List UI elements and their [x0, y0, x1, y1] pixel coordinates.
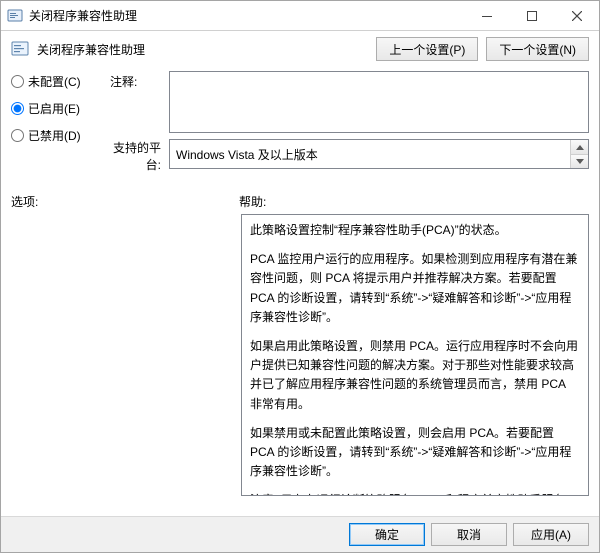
comment-label: 注释: [110, 71, 165, 90]
radio-enabled-label: 已启用(E) [28, 100, 80, 117]
help-paragraph: 此策略设置控制“程序兼容性助手(PCA)”的状态。 [250, 221, 580, 240]
supported-platform-value: Windows Vista 及以上版本 [170, 146, 570, 163]
close-button[interactable] [554, 1, 599, 30]
help-paragraph: PCA 监控用户运行的应用程序。如果检测到应用程序有潜在兼容性问题，则 PCA … [250, 250, 580, 327]
supported-platform-field: Windows Vista 及以上版本 [169, 139, 589, 169]
window-title: 关闭程序兼容性助理 [29, 7, 464, 24]
titlebar: 关闭程序兼容性助理 [1, 1, 599, 31]
supported-platform-label: 支持的平台: [110, 139, 165, 173]
minimize-button[interactable] [464, 1, 509, 30]
platform-spinner [570, 140, 588, 168]
settings-grid: 未配置(C) 已启用(E) 已禁用(D) 注释: 支持的平台: Windows … [1, 67, 599, 177]
help-paragraph: 注意: 只有在运行诊断策略服务(DPS)和程序兼容性助手服务后，才能运行 PCA… [250, 491, 580, 496]
footer: 确定 取消 应用(A) [1, 516, 599, 552]
radio-disabled[interactable]: 已禁用(D) [11, 127, 106, 144]
options-label: 选项: [11, 193, 239, 210]
help-paragraph: 如果启用此策略设置，则禁用 PCA。运行应用程序时不会向用户提供已知兼容性问题的… [250, 337, 580, 414]
apply-button[interactable]: 应用(A) [513, 523, 589, 546]
policy-item-icon [11, 40, 29, 58]
help-label: 帮助: [239, 193, 266, 210]
comment-input[interactable] [169, 71, 589, 133]
mid-labels: 选项: 帮助: [1, 177, 599, 212]
radio-enabled[interactable]: 已启用(E) [11, 100, 106, 117]
radio-not-configured-label: 未配置(C) [28, 73, 81, 90]
maximize-button[interactable] [509, 1, 554, 30]
help-textbox[interactable]: 此策略设置控制“程序兼容性助手(PCA)”的状态。 PCA 监控用户运行的应用程… [241, 214, 589, 496]
radio-enabled-input[interactable] [11, 102, 24, 115]
page-title: 关闭程序兼容性助理 [37, 41, 368, 58]
radio-not-configured-input[interactable] [11, 75, 24, 88]
next-setting-button[interactable]: 下一个设置(N) [486, 37, 589, 61]
policy-icon [7, 8, 23, 24]
cancel-button[interactable]: 取消 [431, 523, 507, 546]
spinner-down-button[interactable] [571, 154, 588, 168]
radio-disabled-label: 已禁用(D) [28, 127, 81, 144]
radio-disabled-input[interactable] [11, 129, 24, 142]
previous-setting-button[interactable]: 上一个设置(P) [376, 37, 478, 61]
spinner-up-button[interactable] [571, 140, 588, 154]
help-paragraph: 如果禁用或未配置此策略设置，则会启用 PCA。若要配置 PCA 的诊断设置，请转… [250, 424, 580, 482]
ok-button[interactable]: 确定 [349, 523, 425, 546]
radio-not-configured[interactable]: 未配置(C) [11, 73, 106, 90]
header: 关闭程序兼容性助理 上一个设置(P) 下一个设置(N) [1, 31, 599, 67]
